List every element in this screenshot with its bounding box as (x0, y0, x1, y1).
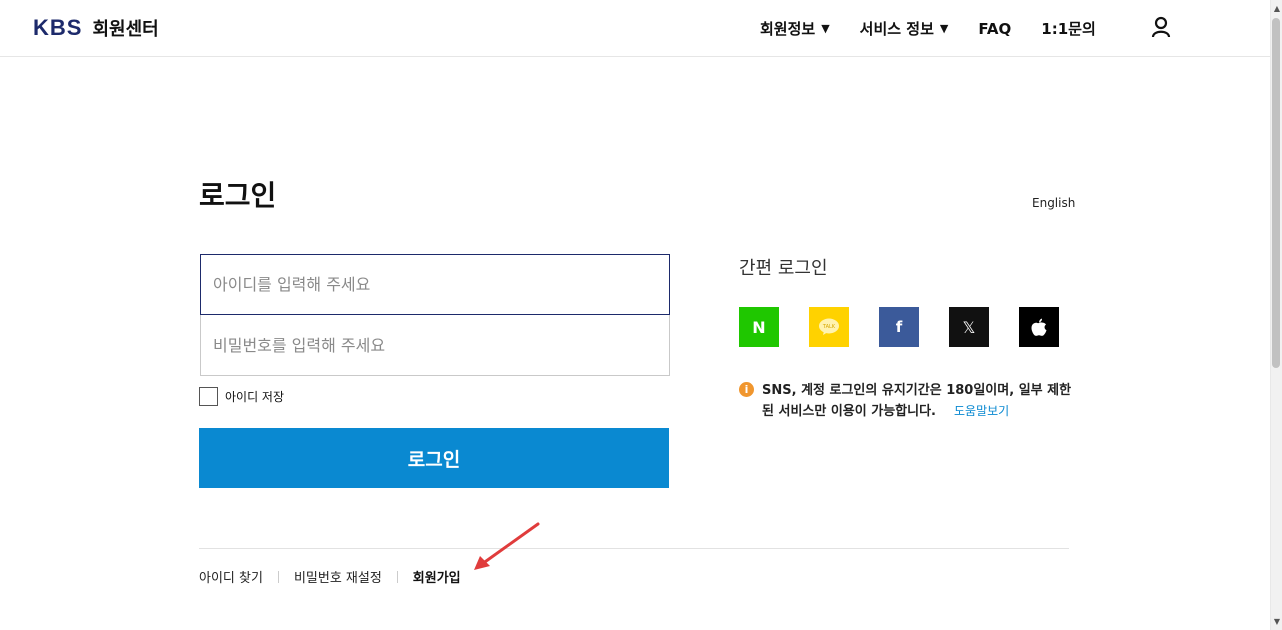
nav-service-info-label: 서비스 정보 (859, 20, 934, 38)
scroll-up-icon[interactable]: ▲ (1274, 4, 1280, 13)
bottom-links: 아이디 찾기 비밀번호 재설정 회원가입 (199, 567, 461, 586)
logo-title: 회원센터 (92, 19, 159, 40)
apple-login-button[interactable] (1019, 307, 1059, 347)
user-icon[interactable] (1150, 16, 1172, 38)
nav-service-info[interactable]: 서비스 정보 ▼ (860, 18, 949, 39)
logo-kbs-text: KBS (33, 15, 83, 40)
login-button[interactable]: 로그인 (199, 428, 669, 488)
scroll-down-icon[interactable]: ▼ (1274, 617, 1280, 626)
nav-member-info[interactable]: 회원정보 ▼ (760, 18, 830, 39)
x-login-button[interactable]: 𝕏 (949, 307, 989, 347)
remember-id[interactable]: 아이디 저장 (199, 387, 284, 406)
sns-login-title: 간편 로그인 (739, 258, 828, 279)
find-id-link[interactable]: 아이디 찾기 (199, 567, 263, 586)
facebook-login-button[interactable]: f (879, 307, 919, 347)
kakao-icon: TALK (819, 318, 839, 335)
nav-inquiry-label: 1:1문의 (1041, 20, 1096, 38)
facebook-icon: f (895, 318, 903, 336)
english-link[interactable]: English (1032, 196, 1075, 210)
remember-id-checkbox[interactable] (199, 387, 218, 406)
kbs-logo[interactable]: KBS 회원센터 (33, 15, 159, 41)
sns-notice: i SNS, 계정 로그인의 유지기간은 180일이며, 일부 제한된 서비스만… (739, 380, 1072, 422)
scrollbar-thumb[interactable] (1272, 18, 1280, 368)
caret-down-icon: ▼ (821, 22, 830, 35)
naver-icon: N (752, 317, 766, 337)
nav-inquiry[interactable]: 1:1문의 (1041, 18, 1095, 39)
remember-id-label: 아이디 저장 (225, 390, 285, 404)
help-link[interactable]: 도움말보기 (954, 404, 1009, 418)
header: KBS 회원센터 회원정보 ▼ 서비스 정보 ▼ FAQ 1:1문의 (0, 0, 1270, 57)
caret-down-icon: ▼ (939, 22, 949, 35)
sns-notice-text: SNS, 계정 로그인의 유지기간은 180일이며, 일부 제한된 서비스만 이… (762, 383, 1072, 419)
nav-faq[interactable]: FAQ (978, 20, 1011, 38)
x-icon: 𝕏 (962, 317, 976, 337)
reset-password-link[interactable]: 비밀번호 재설정 (294, 567, 382, 586)
scrollbar[interactable]: ▲ ▼ (1270, 0, 1282, 630)
nav-faq-label: FAQ (978, 19, 1012, 38)
signup-link[interactable]: 회원가입 (413, 567, 461, 586)
password-input[interactable] (200, 315, 670, 376)
nav-member-info-label: 회원정보 (760, 20, 816, 38)
sns-notice-text-block: SNS, 계정 로그인의 유지기간은 180일이며, 일부 제한된 서비스만 이… (762, 380, 1072, 422)
info-icon: i (739, 382, 754, 397)
link-separator (277, 570, 279, 583)
kakao-login-button[interactable]: TALK (809, 307, 849, 347)
page-title: 로그인 (199, 179, 277, 212)
apple-icon (1031, 318, 1047, 336)
annotation-arrow-icon (474, 522, 540, 570)
link-separator (396, 570, 398, 583)
divider (199, 548, 1069, 549)
top-nav: 회원정보 ▼ 서비스 정보 ▼ FAQ 1:1문의 (760, 18, 1096, 39)
naver-login-button[interactable]: N (739, 307, 779, 347)
svg-text:TALK: TALK (822, 324, 836, 330)
id-input[interactable] (200, 254, 670, 315)
